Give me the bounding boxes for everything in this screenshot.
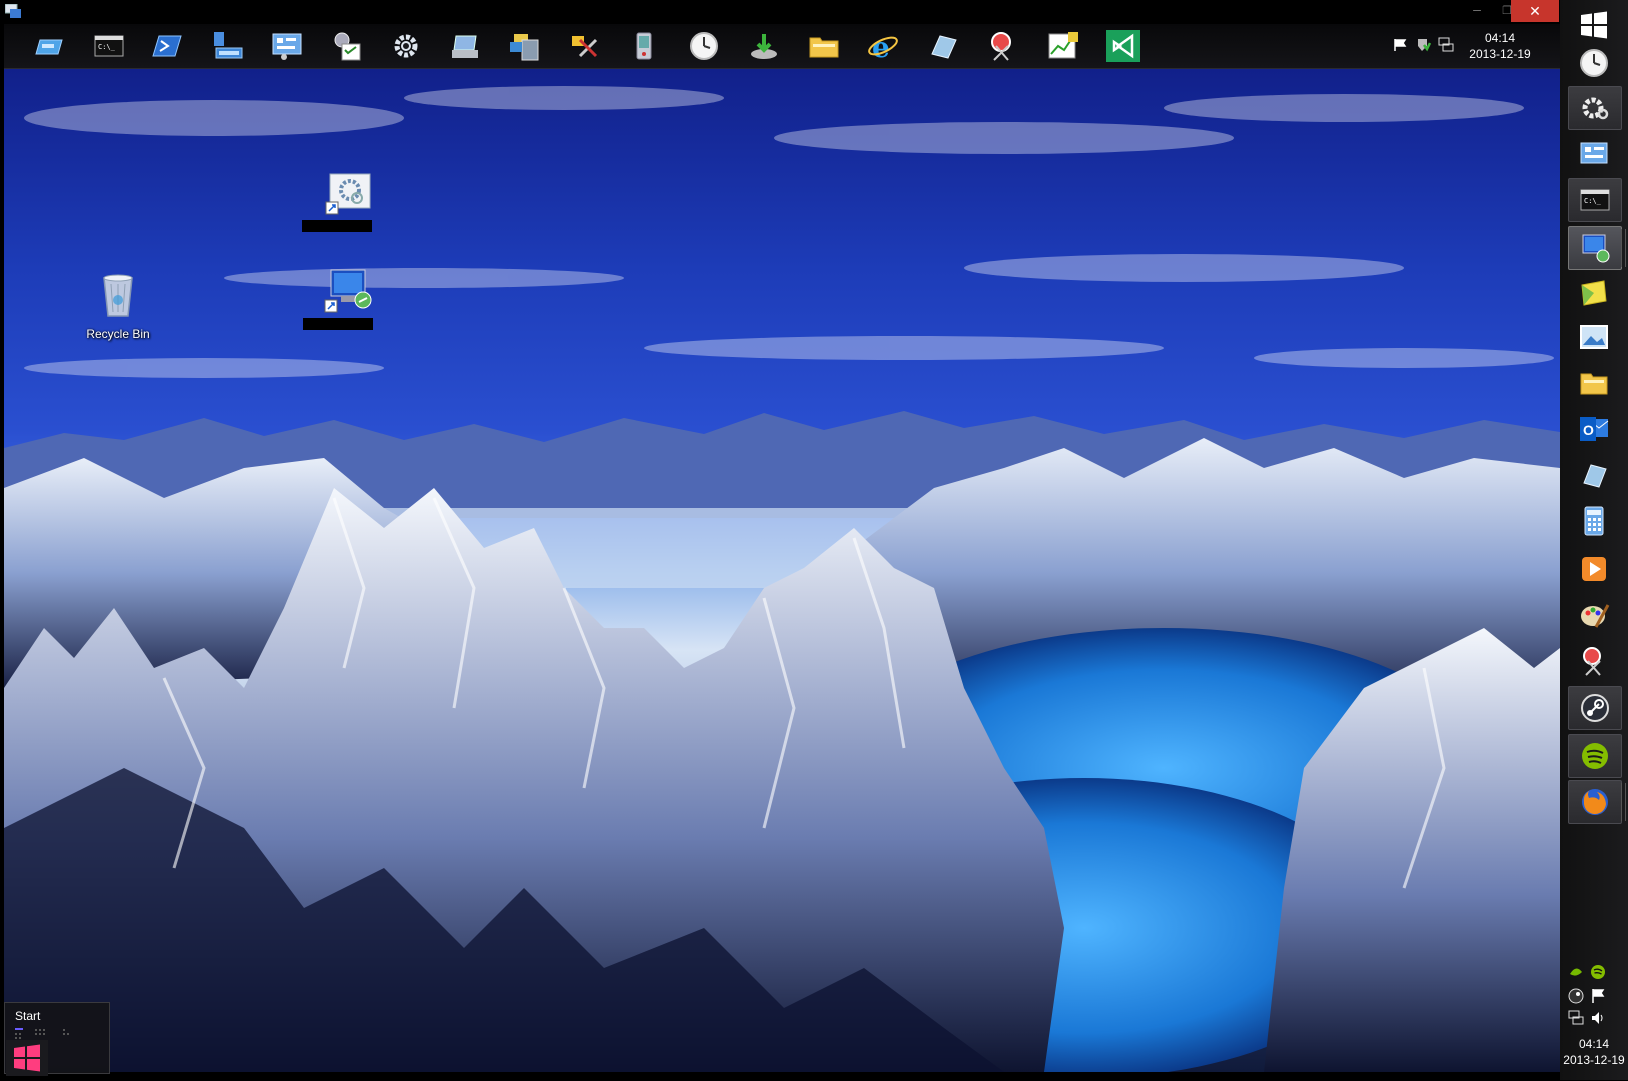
task-scheduler-icon[interactable]: [330, 30, 364, 62]
svg-text:e: e: [872, 31, 890, 62]
clock-date: 2013-12-19: [1563, 1053, 1625, 1067]
device-manager-icon[interactable]: [448, 30, 482, 62]
calculator-icon[interactable]: [1568, 500, 1620, 542]
spotify-icon[interactable]: [1568, 734, 1622, 778]
internet-explorer-icon[interactable]: e: [866, 30, 900, 62]
command-prompt-icon[interactable]: C:\_: [92, 30, 126, 62]
start-label: Start: [15, 1009, 41, 1023]
window-stack-indicator: [1621, 229, 1626, 267]
window-title-bar: – ❐ ✕: [0, 0, 1628, 24]
windows-start-icon[interactable]: [1568, 4, 1620, 46]
system-clock[interactable]: 04:14 2013-12-19: [1464, 30, 1536, 62]
app-window-icon: [5, 4, 21, 18]
system-clock-right[interactable]: 04:14 2013-12-19: [1560, 1036, 1628, 1068]
install-icon[interactable]: [747, 30, 781, 62]
gear-icon[interactable]: [1568, 86, 1622, 130]
mountain-landscape: [4, 86, 1560, 1072]
clock-icon[interactable]: [687, 30, 721, 62]
desktop-wallpaper[interactable]: [4, 68, 1560, 1072]
volume-icon[interactable]: [1590, 1010, 1606, 1026]
desktop-icon-remote-desktop-shortcut[interactable]: [308, 268, 388, 321]
command-prompt-icon[interactable]: C:\_: [1568, 178, 1622, 222]
svg-text:C:\_: C:\_: [98, 43, 116, 51]
firefox-icon[interactable]: [1568, 780, 1626, 824]
nvidia-icon[interactable]: [1568, 964, 1584, 980]
desktop-icon-label: Recycle Bin: [86, 327, 150, 341]
remote-desktop-shortcut-icon: [324, 269, 372, 313]
svg-text:C:\_: C:\_: [1584, 197, 1602, 205]
recycle-bin-icon: [103, 274, 133, 317]
clock-time: 04:14: [1578, 1037, 1610, 1051]
close-button[interactable]: ✕: [1511, 0, 1559, 22]
cd-drive-icon[interactable]: [32, 30, 66, 62]
security-shield-icon[interactable]: [1415, 37, 1431, 53]
eraser-icon[interactable]: [1568, 454, 1620, 496]
eraser-icon[interactable]: [926, 30, 960, 62]
phone-icon[interactable]: [627, 30, 661, 62]
media-player-icon[interactable]: [1568, 548, 1620, 590]
clock-icon[interactable]: [1568, 42, 1620, 84]
photo-viewer-icon[interactable]: [1568, 316, 1620, 358]
steam-tray-icon[interactable]: [1568, 988, 1584, 1004]
folder-icon[interactable]: [807, 30, 841, 62]
snipping-tool-icon[interactable]: [1568, 640, 1620, 682]
performance-icon[interactable]: [1046, 30, 1080, 62]
action-center-flag-icon[interactable]: [1590, 988, 1606, 1004]
network-icon[interactable]: [1438, 37, 1454, 53]
sticky-notes-icon[interactable]: [1568, 272, 1620, 314]
start-tiles-preview: [15, 1028, 69, 1039]
steam-icon[interactable]: [1568, 686, 1622, 730]
settings-shortcut-icon: [325, 173, 371, 215]
visual-studio-icon[interactable]: [1106, 30, 1140, 62]
top-toolbar: C:\_ e 04:14 2013-12-19: [4, 24, 1560, 69]
windows-logo-icon: [14, 1044, 40, 1072]
system-tools-icon[interactable]: [568, 30, 602, 62]
desktop-icon-recycle-bin[interactable]: Recycle Bin: [78, 272, 158, 341]
clock-date: 2013-12-19: [1469, 47, 1531, 61]
spotify-tray-icon[interactable]: [1590, 964, 1606, 980]
svg-text:O: O: [1583, 422, 1594, 438]
window-stack-indicator: [1621, 783, 1626, 821]
gear-icon[interactable]: [389, 30, 423, 62]
paint-icon[interactable]: [1568, 594, 1620, 636]
control-panel-icon[interactable]: [1568, 134, 1620, 176]
desktop-icon-settings-shortcut[interactable]: [308, 172, 388, 223]
outlook-icon[interactable]: O: [1568, 408, 1620, 450]
redacted-label: [303, 318, 373, 330]
snipping-tool-icon[interactable]: [986, 30, 1020, 62]
folder-icon[interactable]: [1568, 362, 1620, 404]
remote-desktop-icon[interactable]: [1568, 226, 1626, 270]
powershell-icon[interactable]: [151, 30, 185, 62]
redacted-label: [302, 220, 372, 232]
network-icon[interactable]: [1568, 1010, 1584, 1026]
clock-time: 04:14: [1484, 31, 1516, 45]
control-panel-icon[interactable]: [270, 30, 304, 62]
right-taskbar: C:\_ O: [1560, 0, 1628, 1080]
start-button[interactable]: [6, 1040, 48, 1076]
computer-management-icon[interactable]: [508, 30, 542, 62]
action-center-flag-icon[interactable]: [1393, 38, 1407, 52]
minimize-button[interactable]: –: [1462, 0, 1492, 22]
network-adapter-icon[interactable]: [210, 30, 244, 62]
